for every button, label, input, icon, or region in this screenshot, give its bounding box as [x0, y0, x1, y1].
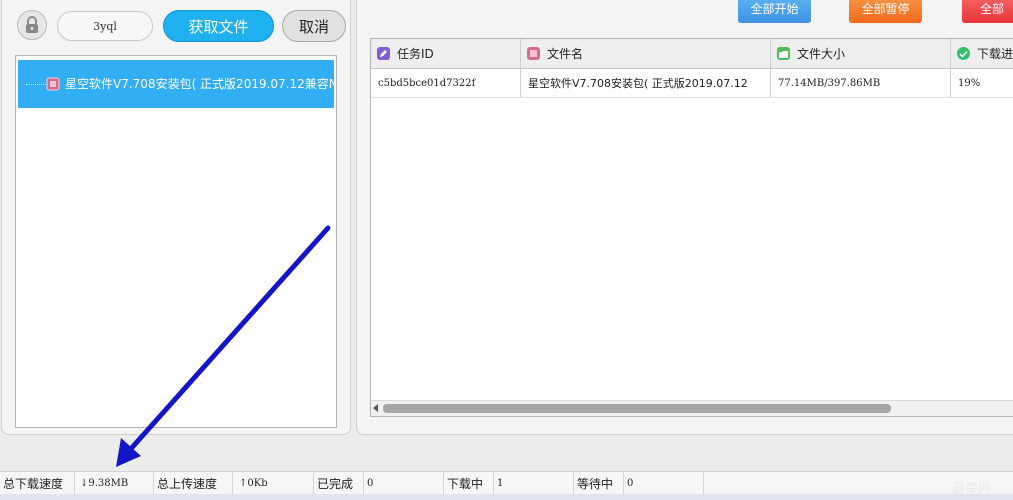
download-speed-value: ↓9.38MB [75, 472, 154, 494]
bottom-strip [0, 494, 1013, 500]
table-header: 任务ID 文件名 文件大小 下载进 [371, 39, 1013, 69]
delete-all-button[interactable]: 全部 [962, 0, 1013, 23]
check-circle-icon [957, 47, 970, 60]
pause-all-button[interactable]: 全部暂停 [849, 0, 922, 23]
folder-icon [777, 47, 790, 60]
cell-task-id: c5bd5bce01d7322f [371, 69, 521, 97]
header-task-id[interactable]: 任务ID [371, 39, 521, 68]
table-row[interactable]: c5bd5bce01d7322f 星空软件V7.708安装包( 正式版2019.… [371, 69, 1013, 98]
cell-file-size: 77.14MB/397.86MB [771, 69, 951, 97]
file-icon [527, 47, 540, 60]
completed-value: 0 [364, 472, 444, 494]
edit-icon [377, 47, 390, 60]
upload-speed-value: ↑0Kb [233, 472, 314, 494]
tree-item[interactable]: 星空软件V7.708安装包( 正式版2019.07.12兼容N [18, 60, 334, 108]
scroll-thumb[interactable] [383, 404, 891, 413]
file-icon [46, 77, 60, 91]
cell-progress: 19% [958, 77, 981, 89]
downloading-value: 1 [494, 472, 574, 494]
fetch-file-button[interactable]: 获取文件 [163, 10, 274, 42]
header-label: 下载进 [977, 47, 1013, 61]
lock-icon [26, 16, 38, 33]
waiting-label: 等待中 [574, 472, 624, 494]
header-progress[interactable]: 下载进 [951, 39, 1013, 68]
upload-speed-label: 总上传速度 [154, 472, 233, 494]
completed-label: 已完成 [314, 472, 364, 494]
header-file-size[interactable]: 文件大小 [771, 39, 951, 68]
waiting-value: 0 [624, 472, 704, 494]
header-label: 文件名 [547, 47, 584, 61]
status-bar: 总下载速度 ↓9.38MB 总上传速度 ↑0Kb 已完成 0 下载中 1 等待中… [0, 471, 1013, 495]
header-label: 文件大小 [797, 47, 846, 61]
extraction-code-input[interactable] [57, 11, 153, 41]
header-label: 任务ID [397, 47, 434, 61]
file-tree: 星空软件V7.708安装包( 正式版2019.07.12兼容N [15, 55, 337, 428]
lock-button[interactable] [17, 10, 47, 40]
tree-connector [26, 84, 46, 85]
watermark: 晨荣网 [952, 482, 992, 497]
header-file-name[interactable]: 文件名 [521, 39, 771, 68]
downloading-label: 下载中 [444, 472, 494, 494]
horizontal-scrollbar[interactable] [371, 400, 1013, 416]
task-table: 任务ID 文件名 文件大小 下载进 c5bd5bce01d7322f 星空软件V… [370, 38, 1013, 417]
scroll-left-icon[interactable] [373, 404, 378, 412]
download-speed-label: 总下载速度 [0, 472, 75, 494]
cell-file-name: 星空软件V7.708安装包( 正式版2019.07.12 [521, 69, 771, 97]
start-all-button[interactable]: 全部开始 [738, 0, 811, 23]
cancel-button[interactable]: 取消 [282, 10, 346, 42]
tree-item-label: 星空软件V7.708安装包( 正式版2019.07.12兼容N [65, 77, 334, 91]
